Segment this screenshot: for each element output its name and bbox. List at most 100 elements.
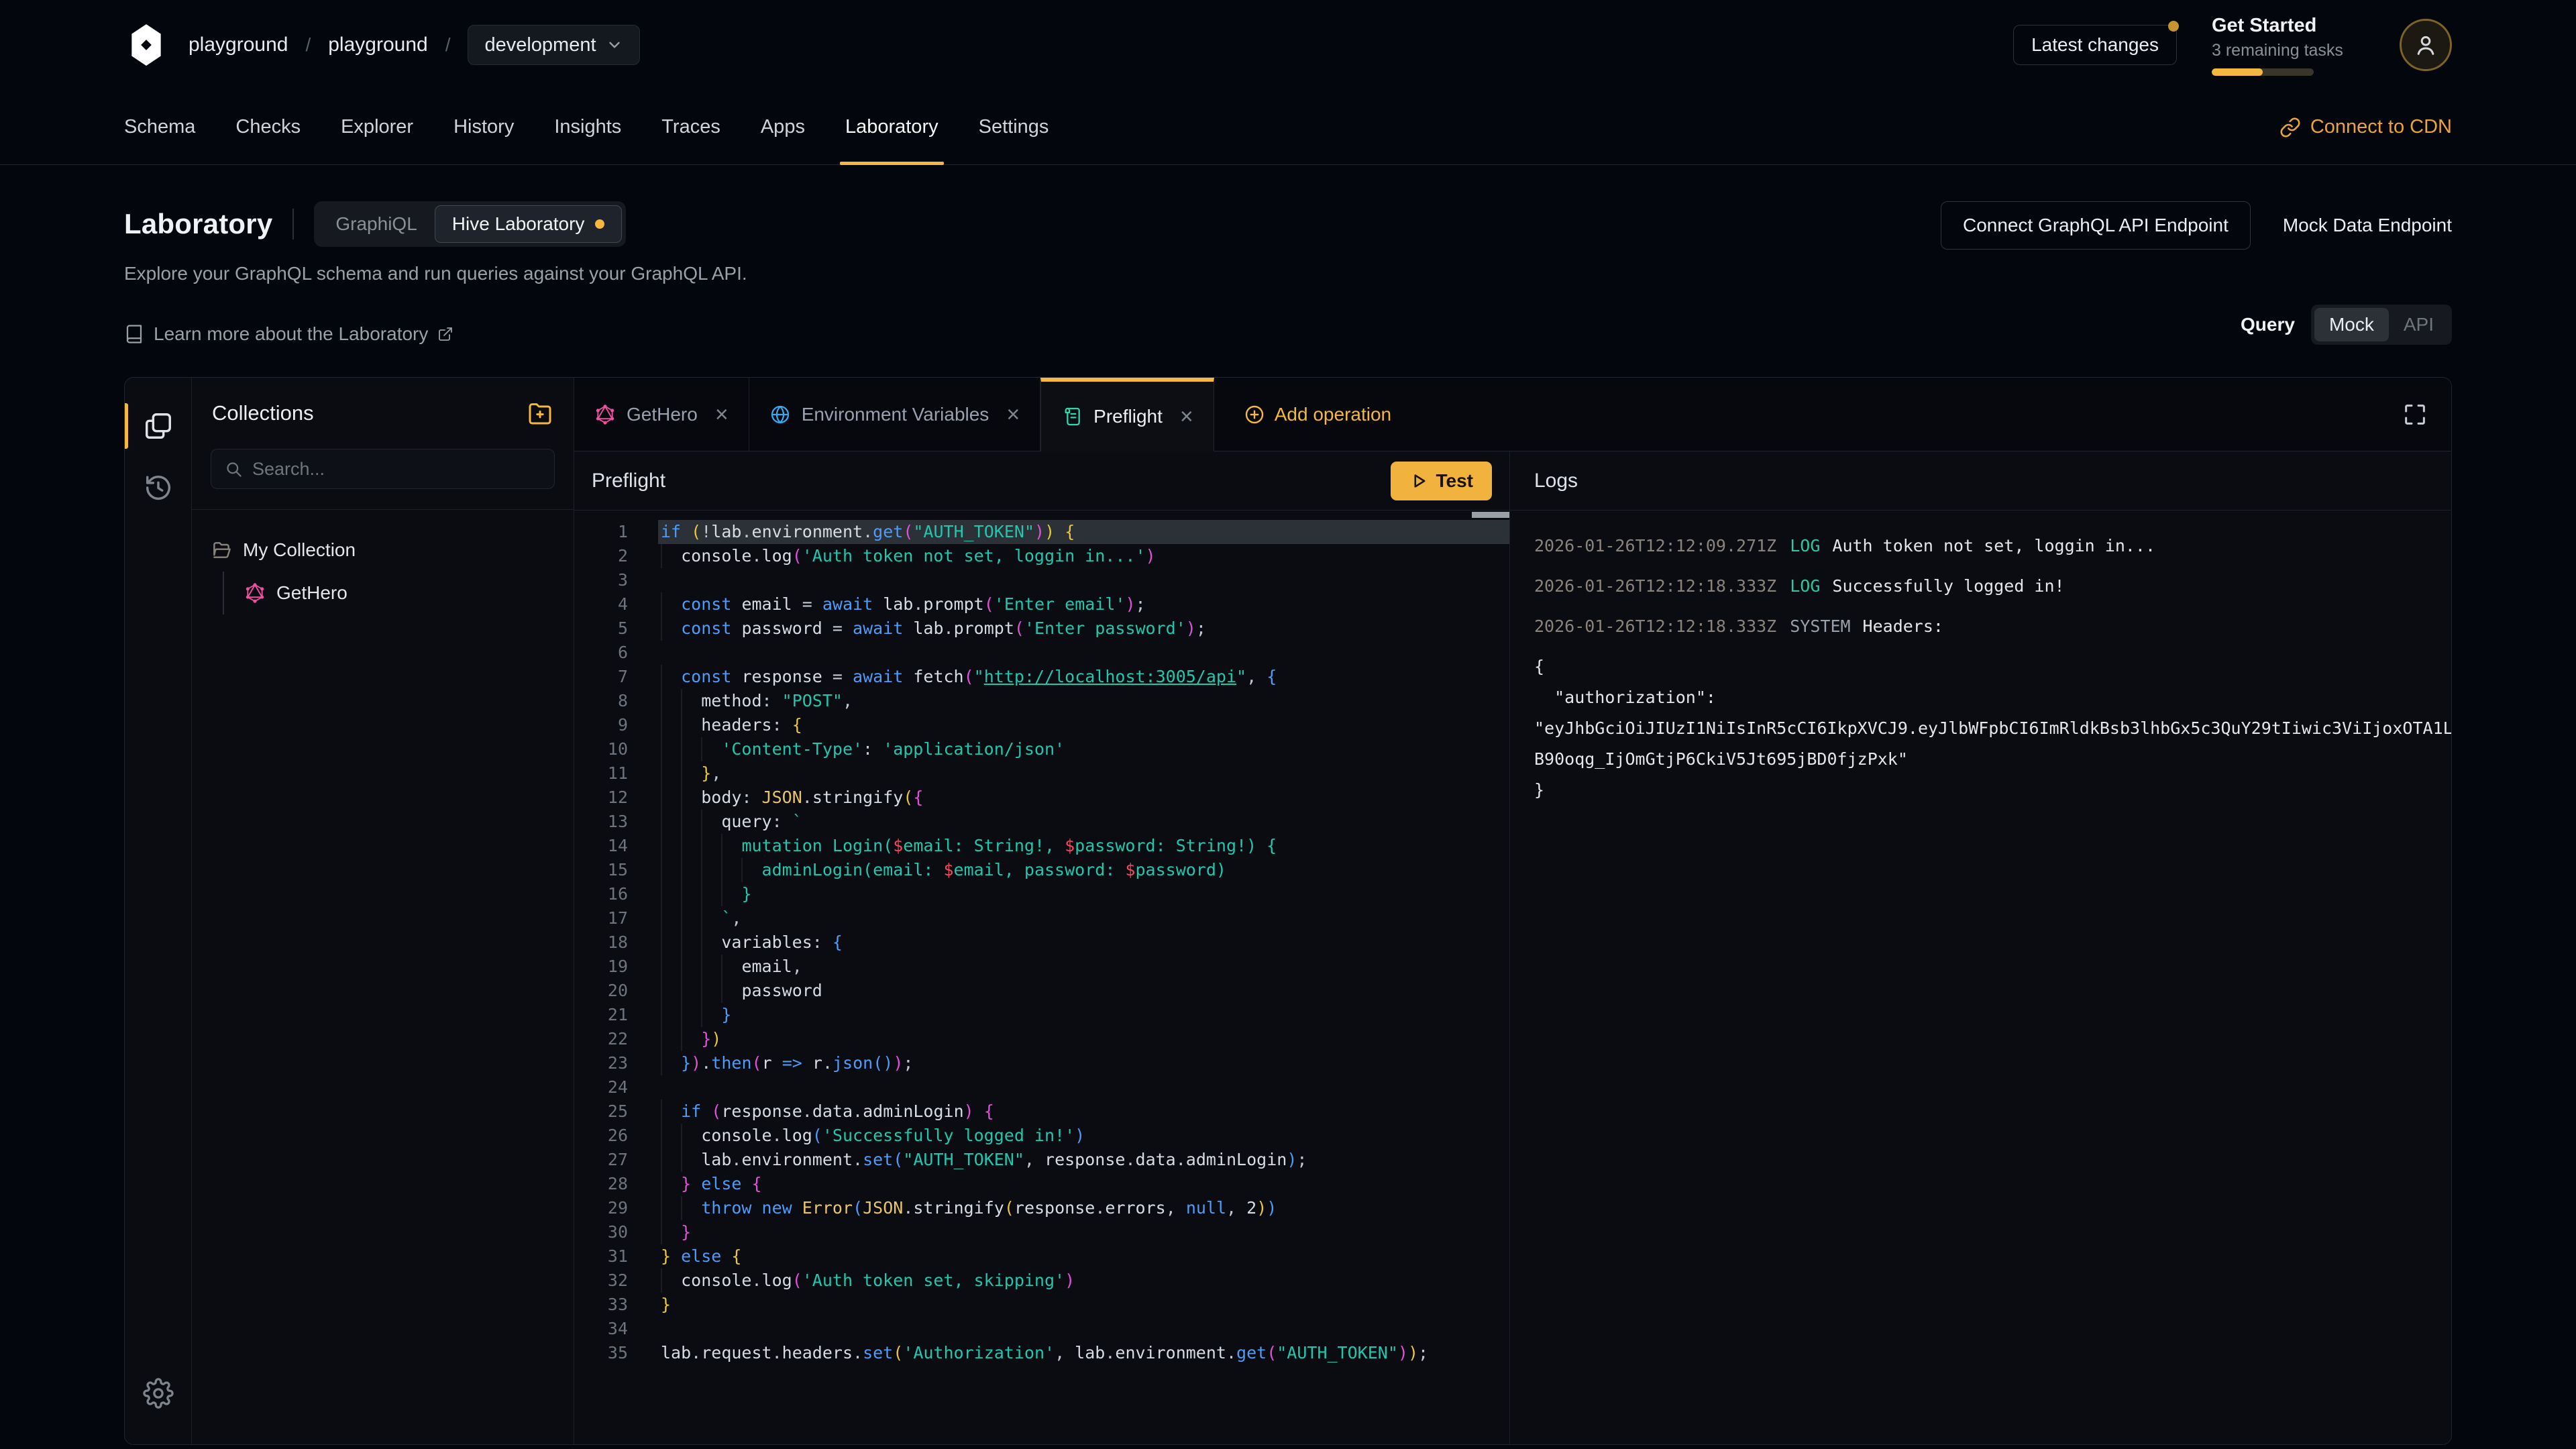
nav-tab-laboratory[interactable]: Laboratory [825,90,959,164]
add-operation-button[interactable]: Add operation [1244,378,1391,451]
nav-tab-apps[interactable]: Apps [741,90,825,164]
tab-gethero[interactable]: GetHero × [574,378,749,451]
code-line[interactable]: 23 }).then(r => r.json()); [574,1051,1509,1075]
hive-logo-icon[interactable] [124,23,168,67]
query-api-option[interactable]: API [2389,308,2449,341]
code-line[interactable]: 22 }) [574,1027,1509,1051]
tab-label: GetHero [627,404,698,425]
line-number: 27 [574,1148,658,1172]
code-line[interactable]: 12 body: JSON.stringify({ [574,786,1509,810]
nav-tab-settings[interactable]: Settings [959,90,1069,164]
line-number: 17 [574,906,658,930]
code-line[interactable]: 4 const email = await lab.prompt('Enter … [574,592,1509,616]
connect-endpoint-button[interactable]: Connect GraphQL API Endpoint [1941,201,2251,250]
add-collection-icon[interactable] [527,400,553,427]
laboratory-panel: Collections My Collection GetHero GetHer… [124,377,2452,1445]
line-number: 9 [574,713,658,737]
code-line[interactable]: 9 headers: { [574,713,1509,737]
code-line[interactable]: 29 throw new Error(JSON.stringify(respon… [574,1196,1509,1220]
code-line[interactable]: 20 password [574,979,1509,1003]
toggle-hive-laboratory[interactable]: Hive Laboratory [435,205,623,243]
code-line[interactable]: 18 variables: { [574,930,1509,955]
code-line[interactable]: 13 query: ` [574,810,1509,834]
connect-cdn-button[interactable]: Connect to CDN [2279,90,2452,164]
code-line[interactable]: 34 [574,1317,1509,1341]
collection-folder-my-collection[interactable]: My Collection [211,529,555,572]
collections-rail-button[interactable] [125,395,191,457]
nav-tab-history[interactable]: History [433,90,534,164]
line-number: 19 [574,955,658,979]
line-number: 26 [574,1124,658,1148]
log-entry: 2026-01-26T12:12:09.271ZLOGAuth token no… [1534,531,2451,561]
tab-label: Environment Variables [802,404,989,425]
code-line[interactable]: 25 if (response.data.adminLogin) { [574,1099,1509,1124]
code-line[interactable]: 7 const response = await fetch("http://l… [574,665,1509,689]
close-tab-icon[interactable]: × [1180,405,1193,428]
line-number: 14 [574,834,658,858]
tab-environment-variables[interactable]: Environment Variables × [749,378,1040,451]
close-tab-icon[interactable]: × [715,403,729,426]
code-line[interactable]: 11 }, [574,761,1509,786]
query-endpoint-toggle: Query Mock API [2241,305,2452,345]
code-line[interactable]: 27 lab.environment.set("AUTH_TOKEN", res… [574,1148,1509,1172]
get-started-widget[interactable]: Get Started 3 remaining tasks [2212,15,2373,76]
logs-output[interactable]: 2026-01-26T12:12:09.271ZLOGAuth token no… [1510,511,2451,1444]
search-input[interactable] [252,459,541,480]
line-number: 15 [574,858,658,882]
nav-tab-explorer[interactable]: Explorer [321,90,433,164]
log-raw-line: B90oqg_IjOmGtjP6CkiV5Jt695jBD0fjzPxk" [1534,744,2451,775]
code-line[interactable]: 24 [574,1075,1509,1099]
code-line[interactable]: 31} else { [574,1244,1509,1269]
latest-changes-button[interactable]: Latest changes [2013,25,2177,65]
mock-endpoint-button[interactable]: Mock Data Endpoint [2283,215,2452,236]
code-editor[interactable]: 1if (!lab.environment.get("AUTH_TOKEN"))… [574,511,1509,1444]
line-number: 8 [574,689,658,713]
code-line[interactable]: 10 'Content-Type': 'application/json' [574,737,1509,761]
code-line[interactable]: 19 email, [574,955,1509,979]
toggle-graphiql[interactable]: GraphiQL [318,205,434,243]
code-line[interactable]: 14 mutation Login($email: String!, $pass… [574,834,1509,858]
code-line[interactable]: 5 const password = await lab.prompt('Ent… [574,616,1509,641]
code-line[interactable]: 30 } [574,1220,1509,1244]
collections-tree: My Collection GetHero [192,510,574,614]
code-line[interactable]: 26 console.log('Successfully logged in!'… [574,1124,1509,1148]
scrollbar-thumb[interactable] [1472,512,1509,518]
code-line[interactable]: 17 `, [574,906,1509,930]
code-line[interactable]: 35lab.request.headers.set('Authorization… [574,1341,1509,1365]
operation-gethero[interactable]: GetHero [244,572,555,614]
nav-tab-insights[interactable]: Insights [534,90,641,164]
book-icon [124,324,144,344]
code-line[interactable]: 21 } [574,1003,1509,1027]
user-avatar[interactable] [2400,19,2452,71]
learn-more-link[interactable]: Learn more about the Laboratory [124,323,453,345]
learn-more-label: Learn more about the Laboratory [154,323,428,345]
code-line[interactable]: 8 method: "POST", [574,689,1509,713]
code-line[interactable]: 33} [574,1293,1509,1317]
code-line[interactable]: 3 [574,568,1509,592]
line-number: 28 [574,1172,658,1196]
line-number: 3 [574,568,658,592]
nav-tab-schema[interactable]: Schema [104,90,215,164]
history-rail-button[interactable] [125,457,191,519]
breadcrumb-org[interactable]: playground [189,34,288,56]
collections-search[interactable] [211,449,555,489]
divider [292,209,294,239]
tab-preflight[interactable]: Preflight× [1040,378,1214,451]
query-mock-option[interactable]: Mock [2314,308,2389,341]
breadcrumb-project[interactable]: playground [328,34,427,56]
settings-rail-button[interactable] [125,1362,191,1424]
code-line[interactable]: 1if (!lab.environment.get("AUTH_TOKEN"))… [574,520,1509,544]
code-line[interactable]: 16 } [574,882,1509,906]
main-nav: SchemaChecksExplorerHistoryInsightsTrace… [0,90,2576,165]
code-line[interactable]: 32 console.log('Auth token set, skipping… [574,1269,1509,1293]
code-line[interactable]: 2 console.log('Auth token not set, loggi… [574,544,1509,568]
close-tab-icon[interactable]: × [1006,403,1020,426]
test-button[interactable]: Test [1391,462,1493,500]
code-line[interactable]: 6 [574,641,1509,665]
fullscreen-button[interactable] [2402,401,2428,428]
target-select[interactable]: development [468,25,639,65]
nav-tab-traces[interactable]: Traces [641,90,741,164]
nav-tab-checks[interactable]: Checks [215,90,321,164]
code-line[interactable]: 15 adminLogin(email: $email, password: $… [574,858,1509,882]
code-line[interactable]: 28 } else { [574,1172,1509,1196]
